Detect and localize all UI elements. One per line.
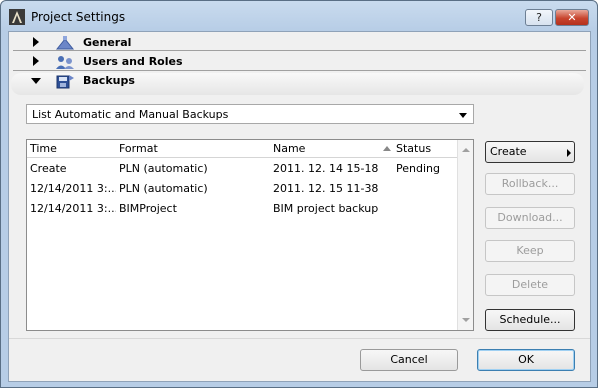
footer-divider	[9, 338, 590, 339]
cell-time: 12/14/2011 3:...	[30, 182, 116, 195]
cell-name: 2011. 12. 14 15-18	[273, 162, 379, 175]
section-label-general: General	[83, 36, 132, 49]
create-button-label: Create	[490, 145, 527, 158]
column-header-name[interactable]: Name	[273, 142, 393, 155]
dialog-body: General Users and Roles Backups List Aut…	[8, 31, 591, 382]
section-label-users-and-roles: Users and Roles	[83, 55, 183, 68]
rollback-button[interactable]: Rollback...	[485, 173, 575, 195]
scroll-down-icon[interactable]	[462, 318, 470, 322]
delete-button[interactable]: Delete	[485, 274, 575, 296]
table-row[interactable]: 12/14/2011 3:... PLN (automatic) 2011. 1…	[27, 179, 457, 199]
archicad-app-icon	[9, 9, 25, 25]
window-title: Project Settings	[31, 10, 126, 24]
create-button[interactable]: Create	[485, 141, 575, 163]
cell-status: Pending	[396, 162, 440, 175]
download-button[interactable]: Download...	[485, 207, 575, 229]
chevron-down-icon[interactable]	[459, 113, 467, 118]
expand-arrow-icon[interactable]	[33, 37, 39, 47]
collapse-arrow-icon[interactable]	[31, 78, 41, 84]
backup-filter-dropdown[interactable]: List Automatic and Manual Backups	[26, 104, 474, 124]
scroll-up-icon[interactable]	[462, 148, 470, 152]
section-users-and-roles[interactable]: Users and Roles	[9, 53, 590, 71]
column-header-status[interactable]: Status	[396, 142, 456, 155]
cell-format: BIMProject	[119, 202, 177, 215]
table-row[interactable]: 12/14/2011 3:... BIMProject BIM project …	[27, 199, 457, 219]
close-button[interactable]: ✕	[555, 9, 589, 26]
cell-time: 12/14/2011 3:...	[30, 202, 116, 215]
title-bar[interactable]: Project Settings ? ✕	[1, 1, 597, 31]
backup-filter-value: List Automatic and Manual Backups	[32, 108, 229, 121]
cell-format: PLN (automatic)	[119, 182, 208, 195]
project-settings-window: Project Settings ? ✕ General Users and R…	[0, 0, 598, 388]
column-header-format[interactable]: Format	[119, 142, 269, 155]
backup-list-header: Time Format Name Status	[27, 140, 457, 158]
ok-button[interactable]: OK	[477, 349, 575, 371]
general-icon	[55, 36, 75, 50]
column-header-time[interactable]: Time	[30, 142, 116, 155]
cancel-button[interactable]: Cancel	[360, 349, 458, 371]
backup-list[interactable]: Time Format Name Status Create PLN (auto…	[26, 139, 474, 331]
cell-name: 2011. 12. 15 11-38	[273, 182, 379, 195]
users-icon	[56, 56, 74, 69]
help-button[interactable]: ?	[525, 9, 553, 26]
section-divider	[13, 70, 586, 71]
table-row[interactable]: Create PLN (automatic) 2011. 12. 14 15-1…	[27, 159, 457, 179]
cell-name: BIM project backup	[273, 202, 379, 215]
sort-ascending-icon	[383, 146, 391, 151]
keep-button[interactable]: Keep	[485, 240, 575, 262]
section-backups[interactable]: Backups	[9, 72, 590, 90]
submenu-arrow-icon	[567, 149, 571, 157]
section-label-backups: Backups	[83, 74, 135, 87]
section-divider	[13, 50, 586, 51]
expand-arrow-icon[interactable]	[33, 56, 39, 66]
cell-time: Create	[30, 162, 67, 175]
backups-icon	[56, 75, 74, 89]
schedule-button[interactable]: Schedule...	[485, 309, 575, 331]
cell-format: PLN (automatic)	[119, 162, 208, 175]
vertical-scrollbar[interactable]	[457, 140, 473, 330]
